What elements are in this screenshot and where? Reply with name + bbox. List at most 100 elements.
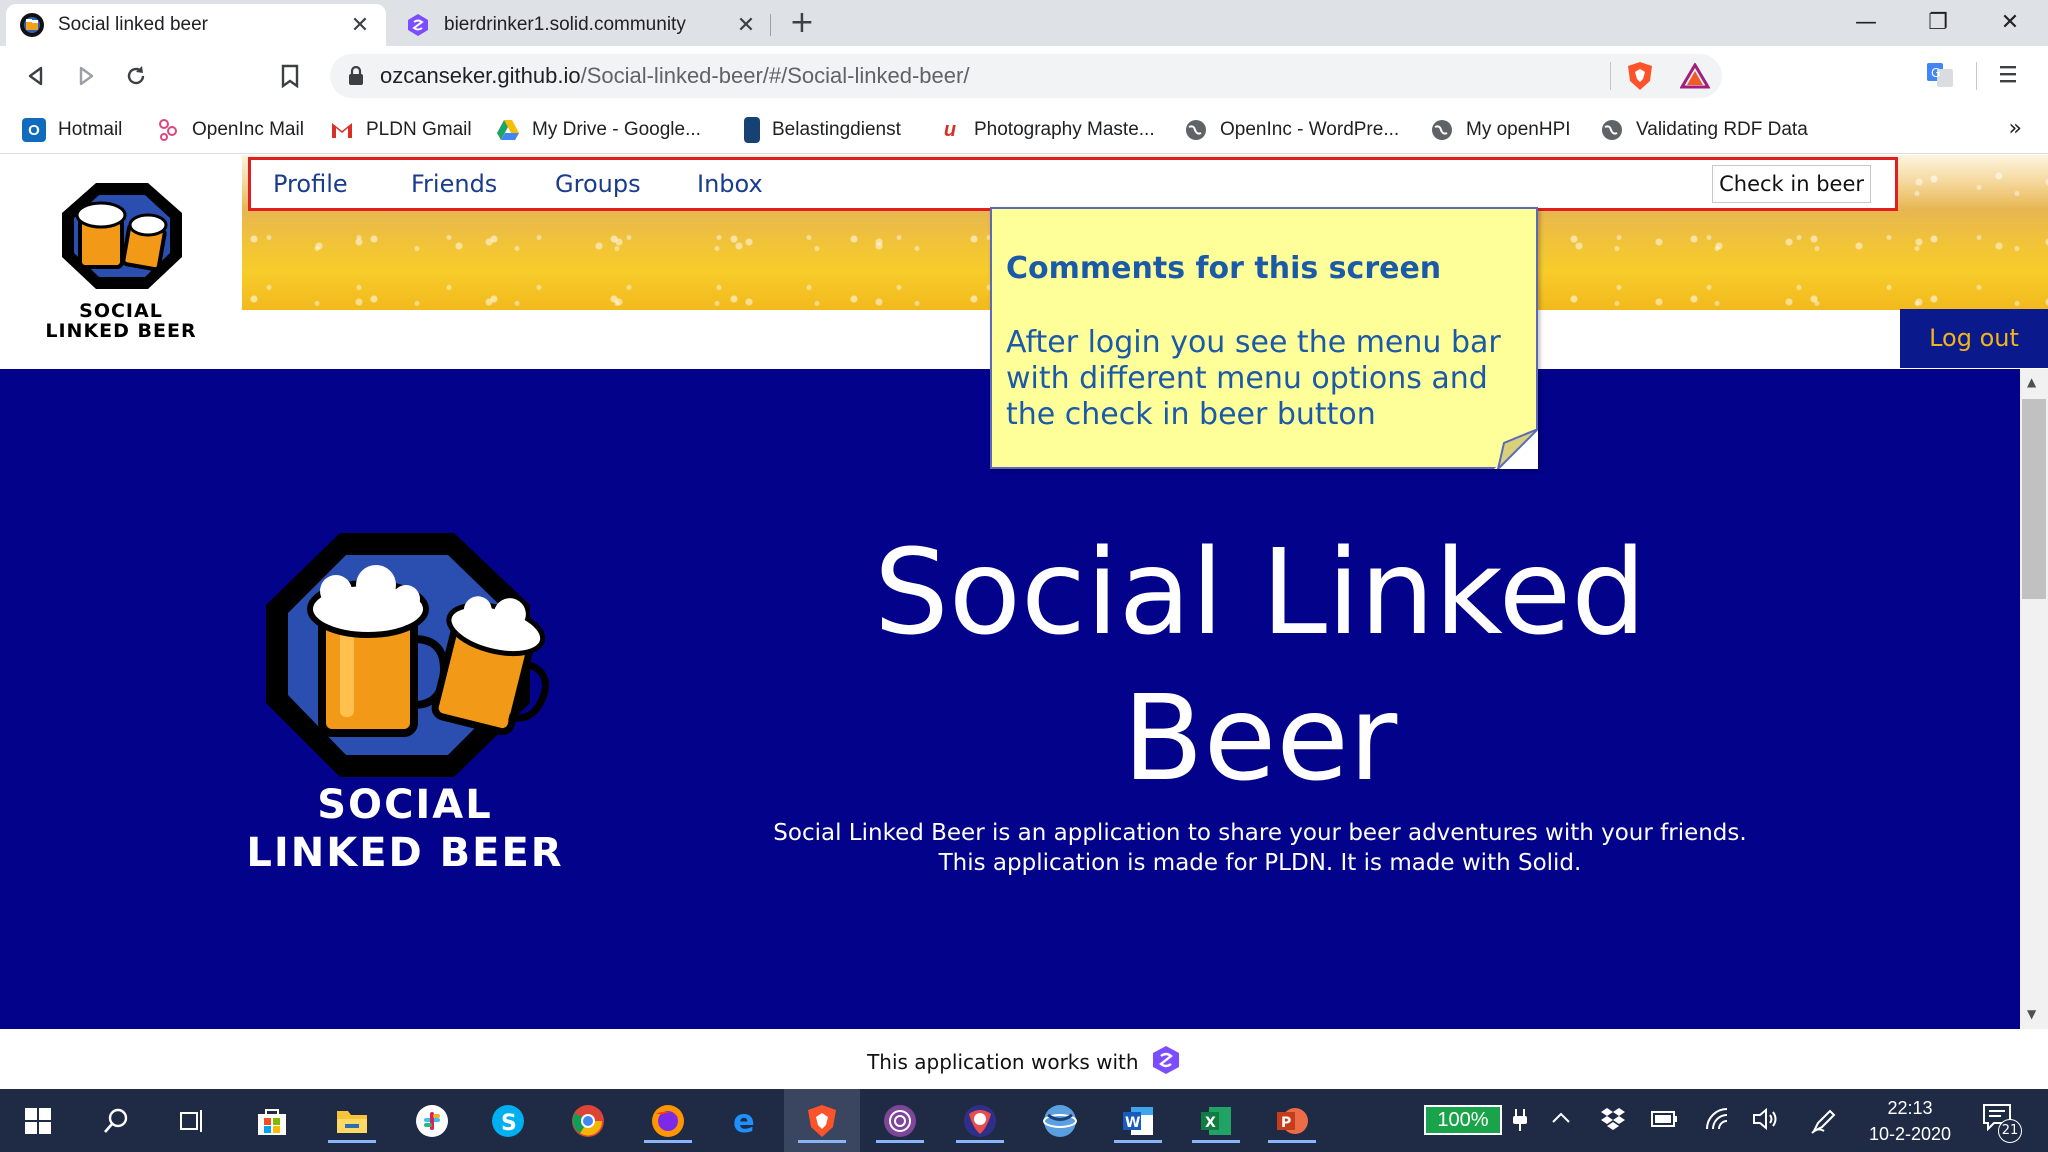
page-scrollbar[interactable]: ▲ ▼	[2020, 369, 2048, 1029]
logo-text: SOCIAL LINKED BEER	[0, 301, 242, 341]
file-explorer-icon[interactable]	[328, 1099, 376, 1143]
bookmark-my-drive[interactable]: My Drive - Google...	[496, 116, 701, 144]
tor-browser-icon[interactable]	[876, 1099, 924, 1143]
chrome-icon[interactable]	[566, 1099, 610, 1143]
powerpoint-icon[interactable]: P	[1268, 1099, 1316, 1143]
scroll-down-icon[interactable]: ▼	[2027, 1007, 2036, 1021]
system-clock[interactable]: 22:13 10-2-2020	[1860, 1095, 1960, 1147]
tab-separator	[770, 14, 771, 36]
bookmark-openinc-wordpress[interactable]: OpenInc - WordPre...	[1184, 116, 1399, 144]
toolbar-divider	[1976, 62, 1977, 90]
log-out-button[interactable]: Log out	[1900, 309, 2048, 368]
hero-title-line2: Beer	[1122, 669, 1398, 807]
slack-icon[interactable]	[410, 1099, 454, 1143]
task-view-icon[interactable]	[170, 1099, 214, 1143]
hero-title: Social Linked Beer	[790, 519, 1730, 811]
tab-social-linked-beer[interactable]: Social linked beer ✕	[6, 4, 386, 46]
window-close-button[interactable]: ✕	[1980, 6, 2040, 40]
bookmark-label: Belastingdienst	[772, 119, 901, 140]
menu-item-profile[interactable]: Profile	[273, 160, 348, 208]
brave-shield-icon[interactable]	[1626, 61, 1654, 95]
bookmark-belastingdienst[interactable]: Belastingdienst	[744, 116, 901, 144]
tab-close-icon[interactable]: ✕	[348, 12, 372, 38]
edge-icon[interactable]: e	[724, 1099, 768, 1143]
hero-title-line1: Social Linked	[873, 523, 1647, 661]
globe-icon	[1184, 118, 1208, 142]
menu-item-groups[interactable]: Groups	[555, 160, 641, 208]
check-in-beer-button[interactable]: Check in beer	[1712, 165, 1871, 203]
svg-text:e: e	[733, 1104, 755, 1138]
running-indicator	[1192, 1140, 1240, 1143]
bookmark-label: PLDN Gmail	[366, 119, 472, 140]
google-drive-icon	[496, 118, 520, 142]
bookmark-pldn-gmail[interactable]: PLDN Gmail	[330, 116, 472, 144]
volume-icon[interactable]	[1752, 1107, 1780, 1137]
reload-button[interactable]	[118, 58, 154, 94]
reload-icon	[127, 66, 145, 85]
note-title: Comments for this screen	[1006, 251, 1442, 286]
solid-logo-icon[interactable]	[1151, 1045, 1181, 1075]
outlook-icon: O	[22, 118, 46, 142]
translate-icon[interactable]: G	[1926, 60, 1954, 92]
excel-icon[interactable]: X	[1192, 1099, 1240, 1143]
brave-rewards-icon[interactable]	[1679, 62, 1711, 93]
clock-time: 22:13	[1887, 1098, 1933, 1118]
note-fold-icon	[1494, 429, 1538, 469]
openinc-mail-icon	[156, 118, 180, 142]
menu-item-friends[interactable]: Friends	[411, 160, 497, 208]
globe-icon	[1430, 118, 1454, 142]
forward-button[interactable]	[68, 58, 104, 94]
bookmark-photography[interactable]: u Photography Maste...	[938, 116, 1155, 144]
bookmarks-overflow-button[interactable]: »	[2009, 116, 2022, 141]
restore-button[interactable]: ❐	[1908, 6, 1968, 40]
minimize-button[interactable]: —	[1836, 6, 1896, 40]
browser-menu-icon[interactable]	[1998, 62, 2018, 90]
browser-toolbar: ozcanseker.github.io/Social-linked-beer/…	[0, 46, 2048, 106]
bookmark-label: Hotmail	[58, 119, 123, 140]
scroll-up-icon[interactable]: ▲	[2027, 375, 2036, 389]
omnibox-divider	[1610, 62, 1611, 90]
beer-favicon-icon	[20, 13, 44, 37]
hero-description-line2: This application is made for PLDN. It is…	[938, 850, 1582, 876]
footer-label: This application works with	[867, 1050, 1139, 1074]
clock-date: 10-2-2020	[1868, 1124, 1952, 1144]
battery-tray-icon[interactable]	[1650, 1107, 1678, 1135]
windows-start-icon[interactable]	[16, 1099, 60, 1143]
power-plug-icon	[1512, 1107, 1528, 1139]
bookmark-label: OpenInc Mail	[192, 119, 304, 140]
battery-indicator[interactable]: 100%	[1424, 1105, 1502, 1135]
bookmark-button[interactable]	[272, 58, 308, 94]
word-icon[interactable]: W	[1114, 1099, 1162, 1143]
pen-workspace-icon[interactable]	[1810, 1107, 1838, 1141]
firefox-icon[interactable]	[644, 1099, 692, 1143]
app-footer: This application works with	[0, 1029, 2048, 1089]
scrollbar-thumb[interactable]	[2022, 399, 2046, 599]
chevron-up-icon[interactable]	[1550, 1107, 1572, 1135]
back-button[interactable]	[18, 58, 54, 94]
brave-taskbar-icon[interactable]	[798, 1099, 846, 1143]
address-bar[interactable]: ozcanseker.github.io/Social-linked-beer/…	[330, 54, 1722, 98]
dropbox-icon[interactable]	[1600, 1107, 1626, 1137]
tab-solid-community[interactable]: bierdrinker1.solid.community ✕	[392, 4, 772, 46]
globe-app-icon[interactable]	[1038, 1099, 1082, 1143]
menu-item-inbox[interactable]: Inbox	[697, 160, 763, 208]
bookmark-openinc-mail[interactable]: OpenInc Mail	[156, 116, 304, 144]
running-indicator	[956, 1140, 1004, 1143]
app-logo[interactable]: SOCIAL LINKED BEER	[0, 155, 242, 369]
search-icon[interactable]	[94, 1099, 138, 1143]
new-tab-button[interactable]: +	[786, 8, 818, 40]
bookmark-validating-rdf[interactable]: Validating RDF Data	[1600, 116, 1808, 144]
bookmark-my-openhpi[interactable]: My openHPI	[1430, 116, 1571, 144]
hero-logo-text-line1: SOCIAL	[317, 782, 493, 828]
vivaldi-icon[interactable]	[956, 1099, 1004, 1143]
tab-title: Social linked beer	[58, 14, 208, 35]
wifi-icon[interactable]	[1704, 1107, 1730, 1137]
store-icon[interactable]	[250, 1099, 294, 1143]
hero-logo-text: SOCIAL LINKED BEER	[230, 781, 580, 877]
tab-close-icon[interactable]: ✕	[734, 12, 758, 38]
logo-text-line2: LINKED BEER	[45, 320, 197, 342]
skype-icon[interactable]: S	[486, 1099, 530, 1143]
notification-count-badge: 21	[1998, 1119, 2022, 1143]
bookmark-hotmail[interactable]: O Hotmail	[22, 116, 122, 144]
bookmark-label: Validating RDF Data	[1636, 119, 1808, 140]
